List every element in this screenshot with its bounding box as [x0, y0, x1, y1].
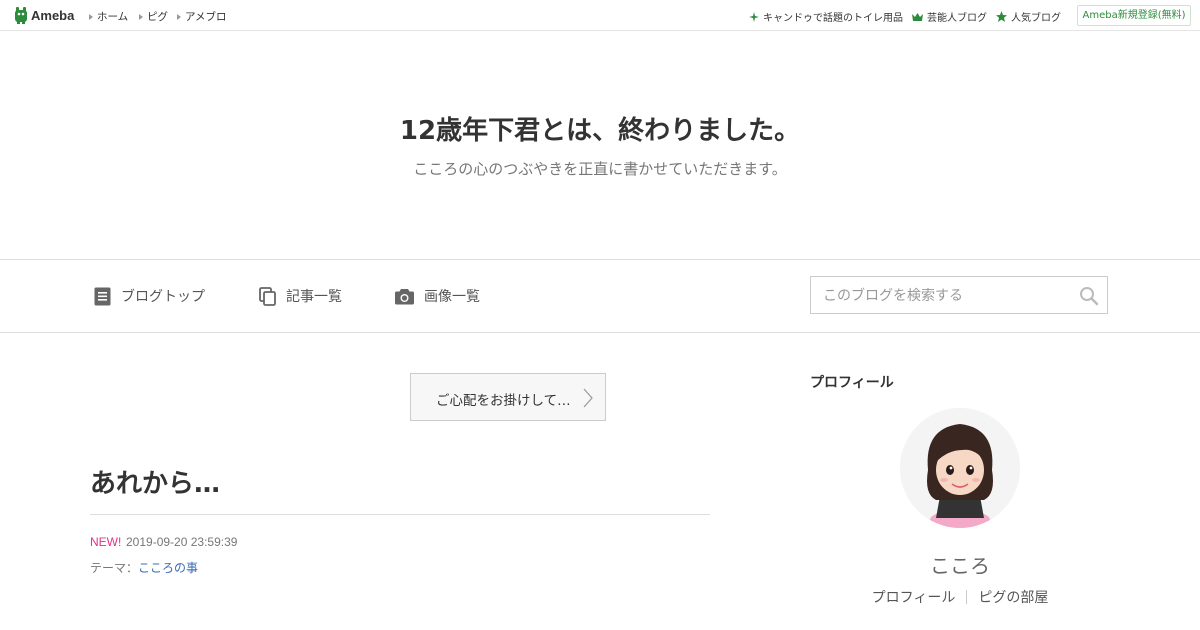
topright-link-label: 人気ブログ [1011, 13, 1061, 24]
profile-heading: プロフィール [810, 375, 894, 391]
article-divider [90, 514, 710, 515]
profile-link[interactable]: プロフィール [872, 587, 956, 607]
nav-blog-top[interactable]: ブログトップ [94, 286, 205, 306]
logo-text: Ameba [31, 7, 75, 23]
nav-label: ブログトップ [121, 289, 205, 305]
copy-icon [259, 286, 276, 306]
topright-link-popular[interactable]: 人気ブログ [996, 9, 1061, 24]
nav-label: 記事一覧 [286, 289, 342, 305]
chevron-right-icon [583, 388, 593, 408]
search-icon[interactable] [1079, 286, 1099, 306]
topright-link-label: 芸能人ブログ [927, 13, 987, 24]
avatar[interactable] [900, 408, 1020, 528]
blog-search [810, 276, 1108, 315]
triangle-right-icon [139, 13, 143, 20]
topnav-pigg-label: ピグ [147, 11, 168, 23]
signup-button[interactable]: Ameba新規登録(無料) [1077, 5, 1191, 26]
prev-article-button[interactable]: ご心配をお掛けして… [410, 373, 606, 421]
blog-nav: ブログトップ 記事一覧 画像一覧 [0, 259, 1200, 333]
pigg-room-link[interactable]: ピグの部屋 [978, 587, 1048, 607]
topright-link-label: キャンドゥで話題のトイレ用品 [763, 13, 903, 24]
nav-article-list[interactable]: 記事一覧 [259, 286, 342, 306]
avatar-illustration [900, 408, 1020, 528]
ameba-mascot-icon [15, 7, 27, 24]
triangle-right-icon [89, 13, 93, 20]
triangle-right-icon [177, 13, 181, 20]
topnav-pigg[interactable]: ピグ [139, 9, 168, 24]
ameba-logo[interactable]: Ameba [14, 6, 74, 24]
new-badge: NEW! [90, 535, 122, 549]
blog-description: こころの心のつぶやきを正直に書かせていただきます。 [413, 160, 787, 178]
topright-link-celebrity[interactable]: 芸能人ブログ [912, 9, 987, 24]
profile-links: プロフィール ピグの部屋 [860, 587, 1060, 607]
topnav-home[interactable]: ホーム [89, 9, 128, 24]
topnav-ameblo-label: アメブロ [185, 11, 227, 23]
nav-label: 画像一覧 [424, 289, 480, 305]
blog-title[interactable]: 12歳年下君とは、終わりました。 [0, 110, 1200, 147]
top-bar: Ameba ホーム ピグ アメブロ キャンドゥで話題のトイレ用品 芸能人ブログ … [0, 0, 1200, 31]
camera-icon [395, 288, 414, 304]
profile-name[interactable]: こころ [0, 550, 1200, 579]
prev-article-label: ご心配をお掛けして… [436, 393, 571, 409]
topnav-home-label: ホーム [97, 11, 129, 23]
topnav-ameblo[interactable]: アメブロ [177, 9, 226, 24]
topright-link-candou[interactable]: キャンドゥで話題のトイレ用品 [749, 9, 903, 24]
link-separator [966, 590, 968, 604]
star-icon [996, 11, 1007, 22]
document-icon [94, 287, 111, 305]
search-input[interactable] [821, 277, 1075, 315]
nav-image-list[interactable]: 画像一覧 [395, 286, 480, 306]
article-datetime: 2019-09-20 23:59:39 [126, 535, 238, 549]
article-title[interactable]: あれから… [90, 463, 220, 500]
crown-icon [912, 12, 923, 21]
sparkle-icon [749, 11, 759, 22]
